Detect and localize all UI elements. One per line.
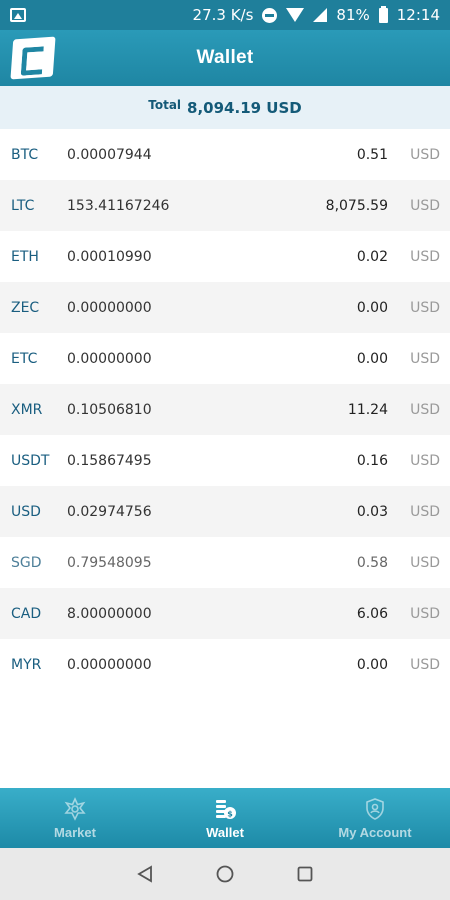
fiat-value: 0.02 — [356, 248, 388, 265]
total-value: 8,094.19 USD — [187, 98, 302, 117]
currency-symbol: BTC — [11, 146, 39, 163]
wallet-row-usdt[interactable]: USDT 0.15867495 0.16 USD — [0, 435, 450, 486]
fiat-currency: USD — [410, 248, 440, 265]
home-icon — [216, 865, 234, 883]
wallet-row-zec[interactable]: ZEC 0.00000000 0.00 USD — [0, 282, 450, 333]
fiat-value: 0.51 — [356, 146, 388, 163]
wallet-icon: $ — [216, 799, 236, 819]
fiat-currency: USD — [410, 401, 440, 418]
bottom-nav: Market $ Wallet My Account — [0, 788, 450, 848]
currency-symbol: ETH — [11, 248, 39, 265]
currency-symbol: SGD — [11, 554, 42, 571]
wallet-row-eth[interactable]: ETH 0.00010990 0.02 USD — [0, 231, 450, 282]
fiat-value: 0.00 — [356, 350, 388, 367]
app-logo-icon[interactable] — [10, 36, 56, 80]
currency-amount: 0.10506810 — [67, 401, 152, 418]
wallet-row-xmr[interactable]: XMR 0.10506810 11.24 USD — [0, 384, 450, 435]
fiat-value: 0.00 — [356, 656, 388, 673]
fiat-currency: USD — [410, 350, 440, 367]
fiat-value: 0.00 — [356, 299, 388, 316]
currency-amount: 0.00010990 — [67, 248, 152, 265]
currency-amount: 0.00000000 — [67, 350, 152, 367]
app-header: Wallet — [0, 30, 450, 86]
fiat-currency: USD — [410, 554, 440, 571]
currency-symbol: CAD — [11, 605, 42, 622]
wifi-icon — [286, 8, 305, 22]
signal-icon — [313, 8, 328, 22]
currency-symbol: ZEC — [11, 299, 40, 316]
fiat-currency: USD — [410, 452, 440, 469]
back-icon — [137, 865, 152, 883]
currency-amount: 0.00000000 — [67, 299, 152, 316]
nav-item-my-account[interactable]: My Account — [300, 788, 450, 848]
nav-label: Wallet — [206, 824, 244, 840]
currency-amount: 153.41167246 — [67, 197, 170, 214]
back-button[interactable] — [135, 864, 155, 884]
home-button[interactable] — [215, 864, 235, 884]
page-title: Wallet — [196, 47, 254, 68]
fiat-value: 0.16 — [356, 452, 388, 469]
market-icon — [64, 796, 86, 821]
fiat-value: 6.06 — [356, 605, 388, 622]
currency-symbol: LTC — [11, 197, 35, 214]
recents-icon — [297, 866, 313, 882]
fiat-currency: USD — [410, 299, 440, 316]
wallet-row-ltc[interactable]: LTC 153.41167246 8,075.59 USD — [0, 180, 450, 231]
image-notification-icon — [10, 8, 26, 22]
battery-icon — [378, 5, 388, 23]
currency-amount: 0.79548095 — [67, 554, 152, 571]
battery-percent: 81% — [336, 6, 370, 24]
currency-symbol: XMR — [11, 401, 43, 418]
fiat-currency: USD — [410, 656, 440, 673]
currency-symbol: USDT — [11, 452, 50, 469]
currency-amount: 8.00000000 — [67, 605, 152, 622]
fiat-value: 11.24 — [347, 401, 388, 418]
currency-amount: 0.00000000 — [67, 656, 152, 673]
fiat-currency: USD — [410, 146, 440, 163]
wallet-row-usd[interactable]: USD 0.02974756 0.03 USD — [0, 486, 450, 537]
svg-text:$: $ — [227, 809, 233, 818]
nav-item-wallet[interactable]: $ Wallet — [150, 788, 300, 848]
fiat-currency: USD — [410, 605, 440, 622]
currency-amount: 0.15867495 — [67, 452, 152, 469]
clock: 12:14 — [396, 6, 440, 24]
currency-symbol: MYR — [11, 656, 42, 673]
do-not-disturb-icon — [262, 7, 278, 23]
nav-label: Market — [54, 824, 96, 840]
total-balance-bar: Total 8,094.19 USD — [0, 86, 450, 129]
network-speed: 27.3 K/s — [192, 6, 254, 24]
nav-label: My Account — [338, 824, 412, 840]
total-label: Total — [148, 97, 182, 112]
fiat-value: 8,075.59 — [325, 197, 388, 214]
currency-amount: 0.02974756 — [67, 503, 152, 520]
wallet-row-cad[interactable]: CAD 8.00000000 6.06 USD — [0, 588, 450, 639]
fiat-currency: USD — [410, 197, 440, 214]
nav-item-market[interactable]: Market — [0, 788, 150, 848]
wallet-row-btc[interactable]: BTC 0.00007944 0.51 USD — [0, 129, 450, 180]
currency-symbol: ETC — [11, 350, 38, 367]
wallet-row-sgd[interactable]: SGD 0.79548095 0.58 USD — [0, 537, 450, 588]
currency-symbol: USD — [11, 503, 41, 520]
fiat-value: 0.03 — [356, 503, 388, 520]
recents-button[interactable] — [295, 864, 315, 884]
currency-amount: 0.00007944 — [67, 146, 152, 163]
status-bar: 27.3 K/s 81% 12:14 — [0, 0, 450, 30]
fiat-currency: USD — [410, 503, 440, 520]
system-nav-bar — [0, 848, 450, 900]
account-shield-icon — [366, 797, 384, 820]
wallet-row-etc[interactable]: ETC 0.00000000 0.00 USD — [0, 333, 450, 384]
wallet-list: BTC 0.00007944 0.51 USD LTC 153.41167246… — [0, 129, 450, 690]
fiat-value: 0.58 — [356, 554, 388, 571]
wallet-row-myr[interactable]: MYR 0.00000000 0.00 USD — [0, 639, 450, 690]
